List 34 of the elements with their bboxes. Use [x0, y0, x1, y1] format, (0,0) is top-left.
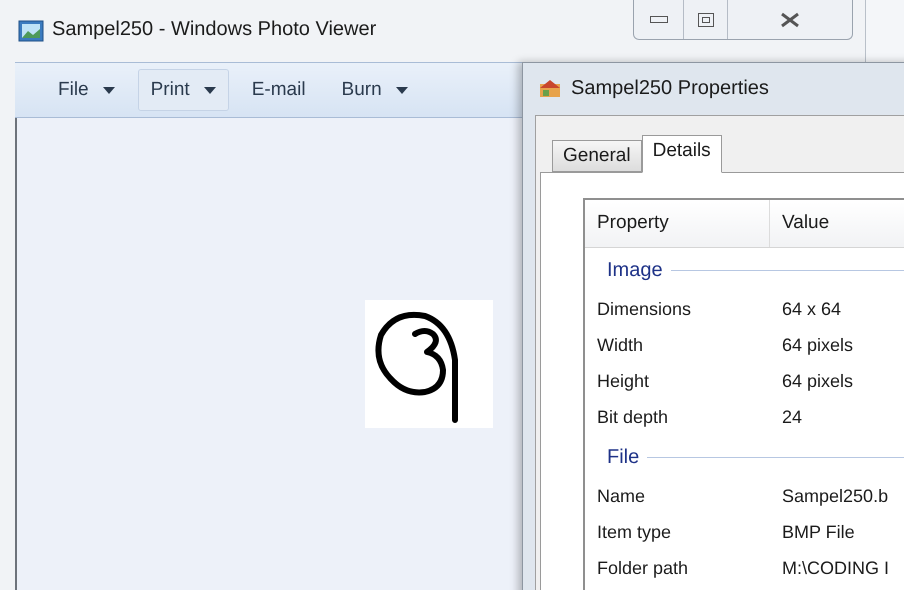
column-header[interactable]: Value — [770, 200, 830, 247]
property-name: Folder path — [596, 556, 690, 580]
tab[interactable]: General — [552, 140, 642, 172]
caret-icon — [102, 86, 115, 94]
property-name: Dimensions — [596, 298, 692, 320]
property-value: M:\CODING I — [781, 556, 889, 580]
toolbar-menu-button[interactable]: E-mail — [238, 69, 319, 111]
document-properties-icon — [539, 78, 561, 98]
column-header[interactable]: Property — [585, 200, 770, 247]
dialog-title: Sampel250 Properties — [571, 76, 769, 101]
group-header: Image — [607, 258, 663, 283]
caret-icon — [204, 86, 216, 94]
property-name: Name — [596, 484, 646, 508]
toolbar-menu-button[interactable]: Burn — [328, 69, 421, 111]
property-value: 64 pixels — [781, 370, 854, 393]
toolbar-menu-button[interactable]: File — [45, 69, 128, 111]
property-value: 64 x 64 — [781, 298, 842, 320]
photo-app-icon — [18, 20, 44, 42]
property-name: Item type — [596, 520, 672, 544]
property-value: 24 — [781, 406, 802, 428]
property-name: Width — [596, 334, 644, 356]
property-name: Height — [596, 370, 650, 393]
toolbar-menu-button[interactable]: Print — [138, 69, 229, 111]
maximize-icon — [698, 12, 714, 26]
property-value: 64 pixels — [781, 334, 854, 357]
tab[interactable]: Details — [642, 135, 722, 173]
close-icon — [780, 12, 800, 28]
window-title: Sampel250 - Windows Photo Viewer — [52, 17, 376, 42]
group-header: File — [607, 445, 640, 470]
caret-icon — [396, 86, 408, 94]
property-name: Bit depth — [596, 406, 670, 429]
property-value: BMP File — [781, 520, 855, 544]
property-value: Sampel250.b — [781, 484, 888, 508]
minimize-icon — [650, 16, 668, 24]
